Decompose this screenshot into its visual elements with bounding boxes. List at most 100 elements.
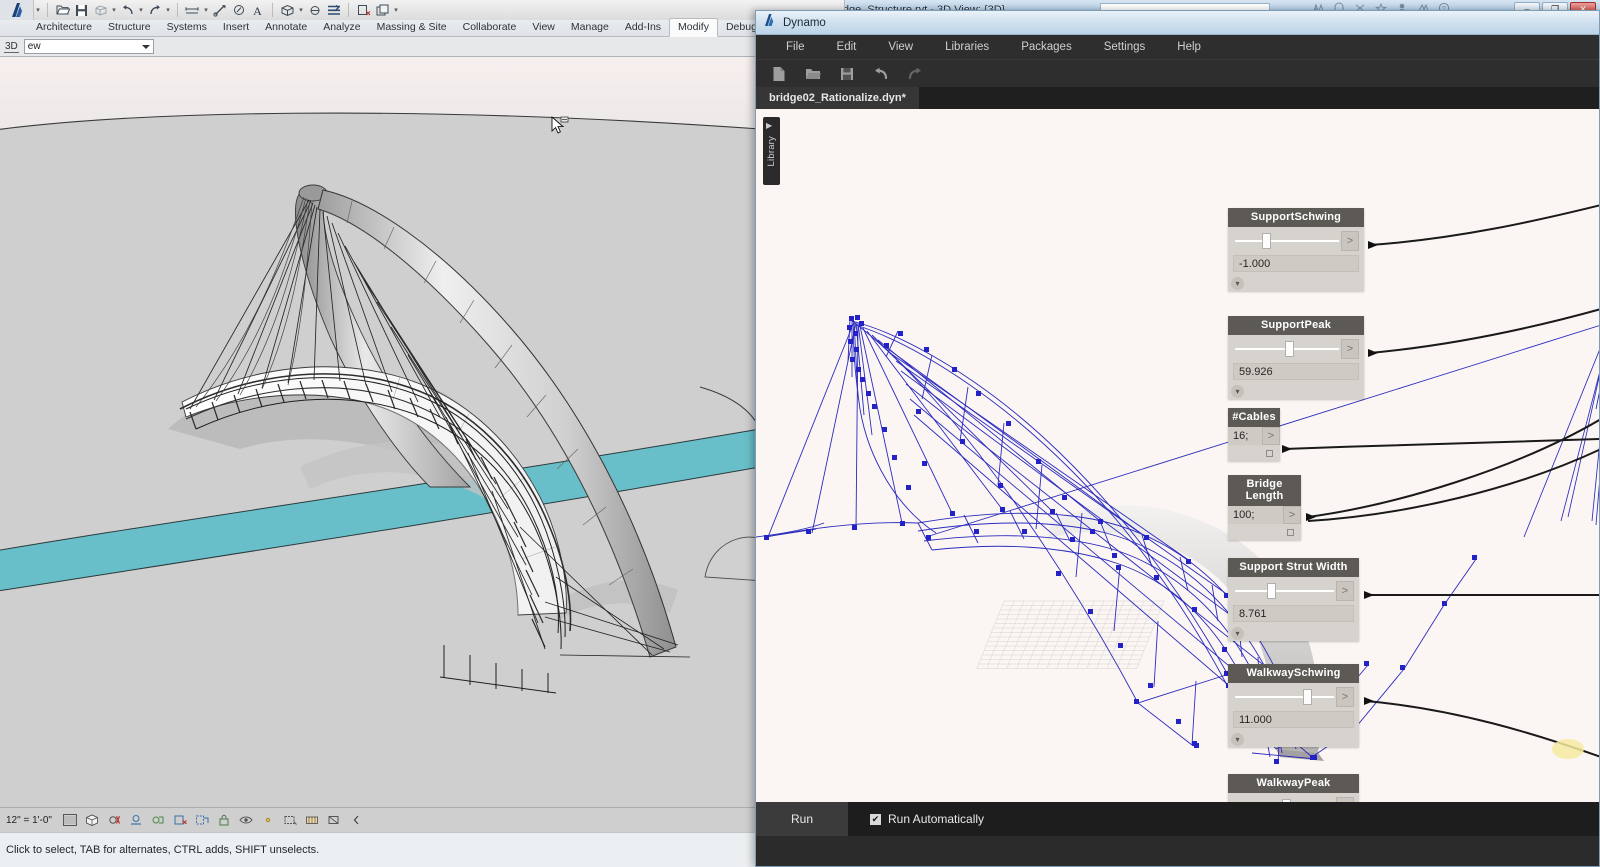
redo-dropdown-icon[interactable]: ▾	[164, 6, 172, 14]
chevron-down-icon[interactable]: ▾	[1231, 626, 1244, 640]
ribbon-tab-collaborate[interactable]: Collaborate	[455, 19, 525, 36]
node-value[interactable]: -1.000	[1233, 255, 1359, 272]
measure-icon[interactable]	[210, 1, 229, 19]
node-value[interactable]: 8.761	[1233, 605, 1354, 622]
worksharing-display-icon[interactable]	[283, 813, 298, 828]
save-file-icon[interactable]	[838, 65, 856, 83]
ribbon-tab-insert[interactable]: Insert	[215, 19, 257, 36]
node-value[interactable]: 11.000	[1233, 711, 1354, 728]
menu-help[interactable]: Help	[1161, 38, 1217, 56]
text-icon[interactable]: A	[248, 1, 267, 19]
node-value[interactable]: 59.926	[1233, 363, 1359, 380]
output-port[interactable]: >	[1341, 339, 1359, 359]
menu-file[interactable]: File	[770, 38, 821, 56]
chevron-down-icon[interactable]: ▾	[1231, 276, 1244, 290]
rendering-dialog-icon[interactable]	[151, 813, 166, 828]
ribbon-tab-annotate[interactable]: Annotate	[257, 19, 315, 36]
crop-view-icon[interactable]	[173, 813, 188, 828]
default-3d-view-icon[interactable]	[278, 1, 297, 19]
menu-edit[interactable]: Edit	[821, 38, 873, 56]
switch-windows-icon[interactable]	[373, 1, 392, 19]
analytical-model-icon[interactable]	[327, 813, 342, 828]
node-support-schwing[interactable]: SupportSchwing > -1.000 ▾	[1228, 208, 1364, 291]
menu-view[interactable]: View	[872, 38, 929, 56]
align-dimension-icon[interactable]	[183, 1, 202, 19]
detail-level-icon[interactable]	[63, 813, 78, 828]
slider-thumb[interactable]	[1303, 689, 1313, 705]
revit-3d-viewport[interactable]	[0, 57, 760, 807]
visual-style-icon[interactable]	[85, 813, 100, 828]
menu-libraries[interactable]: Libraries	[929, 38, 1005, 56]
ribbon-tab-view[interactable]: View	[524, 19, 563, 36]
ribbon-tab-add-ins[interactable]: Add-Ins	[617, 19, 669, 36]
expand-icon[interactable]	[349, 813, 364, 828]
switch-windows-dropdown-icon[interactable]: ▾	[392, 6, 400, 14]
output-port[interactable]: >	[1336, 687, 1354, 707]
dynamo-canvas[interactable]: Library ▶ SupportSchwing > -1.000 ▾ Supp…	[756, 109, 1599, 836]
node-support-strut-width[interactable]: Support Strut Width > 8.761 ▾	[1228, 558, 1359, 641]
resize-handle-icon[interactable]	[1287, 528, 1294, 536]
resize-handle-icon[interactable]	[1266, 449, 1273, 457]
node-value[interactable]: 100;	[1228, 506, 1283, 524]
view-name-select[interactable]: ew	[23, 39, 154, 54]
ribbon-tab-architecture[interactable]: Architecture	[28, 19, 100, 36]
undo-dropdown-icon[interactable]: ▾	[137, 6, 145, 14]
node-walkway-schwing[interactable]: WalkwaySchwing > 11.000 ▾	[1228, 664, 1359, 747]
tag-icon[interactable]	[229, 1, 248, 19]
slider-thumb[interactable]	[1284, 341, 1294, 357]
dimension-dropdown-icon[interactable]: ▾	[202, 6, 210, 14]
save-icon[interactable]	[72, 1, 91, 19]
ribbon-tab-manage[interactable]: Manage	[563, 19, 617, 36]
chevron-down-icon[interactable]: ▾	[1231, 732, 1244, 746]
ribbon-tab-structure[interactable]: Structure	[100, 19, 159, 36]
slider-thumb[interactable]	[1262, 233, 1272, 249]
lock-3d-view-icon[interactable]	[217, 813, 232, 828]
temporary-hide-isolate-icon[interactable]	[239, 813, 254, 828]
slider-input[interactable]	[1233, 583, 1336, 599]
sync-icon[interactable]	[91, 1, 110, 19]
new-file-icon[interactable]	[770, 65, 788, 83]
output-port[interactable]: >	[1336, 581, 1354, 601]
ribbon-tab-massing-site[interactable]: Massing & Site	[369, 19, 455, 36]
temporary-view-properties-icon[interactable]	[305, 813, 320, 828]
redo-icon[interactable]	[906, 65, 924, 83]
node-support-peak[interactable]: SupportPeak > 59.926 ▾	[1228, 316, 1364, 399]
ribbon-tab-modify[interactable]: Modify	[669, 18, 718, 37]
thin-lines-icon[interactable]	[324, 1, 343, 19]
revit-logo-icon[interactable]	[0, 0, 34, 20]
run-automatically-group[interactable]: ✔ Run Automatically	[870, 812, 984, 826]
node-num-cables[interactable]: #Cables 16; >	[1228, 408, 1280, 461]
workspace-tab[interactable]: bridge02_Rationalize.dyn*	[756, 87, 919, 109]
chevron-down-icon[interactable]: ▾	[1231, 384, 1244, 398]
section-icon[interactable]	[305, 1, 324, 19]
sync-dropdown-icon[interactable]: ▾	[110, 6, 118, 14]
output-port[interactable]: >	[1341, 231, 1359, 251]
undo-icon[interactable]	[118, 1, 137, 19]
run-button[interactable]: Run	[756, 802, 848, 836]
view3d-dropdown-icon[interactable]: ▾	[297, 6, 305, 14]
qat-dropdown-icon[interactable]: ▾	[34, 6, 42, 14]
menu-settings[interactable]: Settings	[1088, 38, 1162, 56]
undo-icon[interactable]	[872, 65, 890, 83]
open-file-icon[interactable]	[804, 65, 822, 83]
output-port[interactable]: >	[1283, 506, 1301, 524]
menu-packages[interactable]: Packages	[1005, 38, 1088, 56]
ribbon-tab-analyze[interactable]: Analyze	[315, 19, 368, 36]
shadows-icon[interactable]	[129, 813, 144, 828]
reveal-hidden-elements-icon[interactable]	[261, 813, 276, 828]
sun-path-icon[interactable]	[107, 813, 122, 828]
run-automatically-checkbox[interactable]: ✔	[870, 813, 881, 825]
output-port[interactable]: >	[1262, 427, 1280, 445]
close-hidden-windows-icon[interactable]	[354, 1, 373, 19]
ribbon-tab-systems[interactable]: Systems	[159, 19, 215, 36]
redo-icon[interactable]	[145, 1, 164, 19]
slider-input[interactable]	[1233, 689, 1336, 705]
node-bridge-length[interactable]: Bridge Length 100; >	[1228, 475, 1301, 540]
node-value[interactable]: 16;	[1228, 427, 1262, 445]
open-icon[interactable]	[53, 1, 72, 19]
show-crop-region-icon[interactable]	[195, 813, 210, 828]
slider-thumb[interactable]	[1266, 583, 1276, 599]
view-scale-label[interactable]: 12" = 1'-0"	[6, 815, 52, 826]
slider-input[interactable]	[1233, 341, 1341, 357]
slider-input[interactable]	[1233, 233, 1341, 249]
